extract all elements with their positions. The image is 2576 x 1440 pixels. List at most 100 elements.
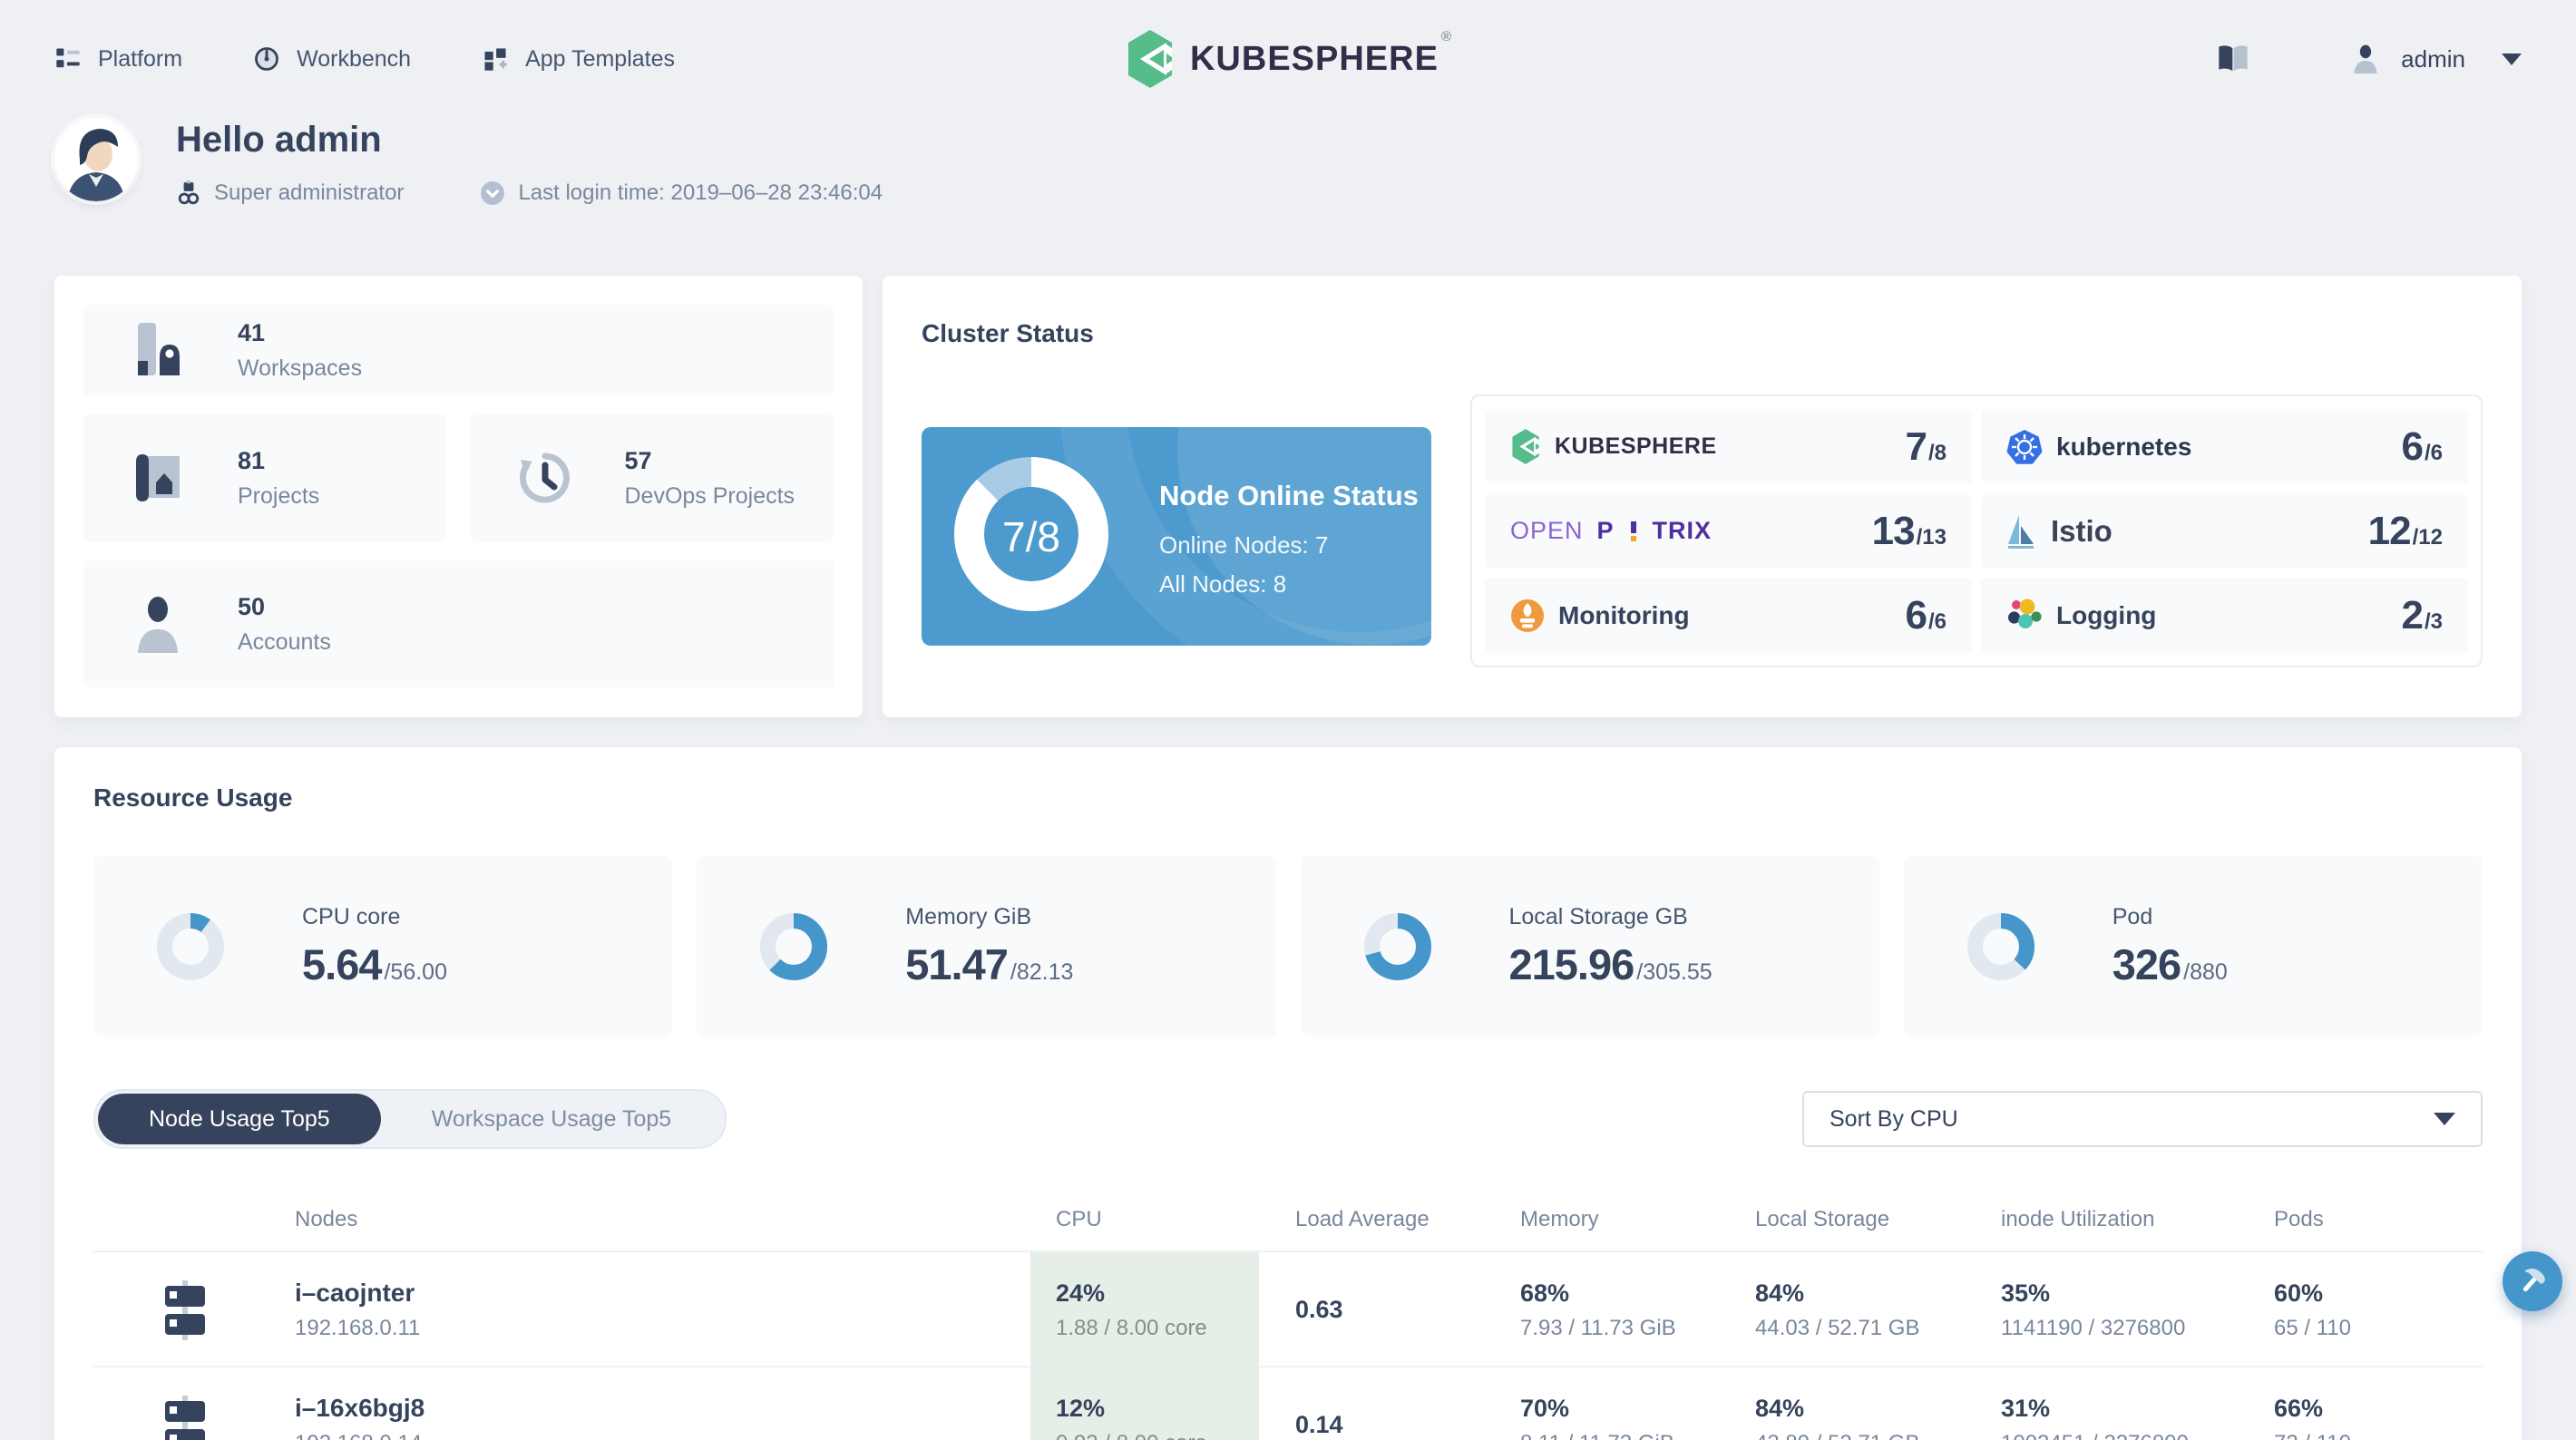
summary-tile-workspaces[interactable]: 41 Workspaces [83,305,834,395]
node-online-status-title: Node Online Status [1159,480,1419,511]
workspaces-count: 41 [238,318,266,346]
nav-item-app-templates[interactable]: App Templates [482,45,675,73]
storage-detail: 43.89 / 52.71 GB [1755,1431,1965,1440]
inode-percent: 35% [2001,1279,2051,1307]
component-ready-count: 2 [2401,592,2425,637]
component-kubesphere: KUBESPHERE 7 /8 [1485,409,1972,484]
greeting-header: Hello admin Super administrator Last log… [0,118,2576,276]
gauge-used: 51.47 [905,939,1009,988]
pods-percent: 66% [2274,1394,2324,1422]
gauge-memory: Memory GiB 51.47 /82.13 [697,856,1276,1036]
user-role: Super administrator [176,180,404,206]
brand-name: KUBESPHERE [1189,39,1439,78]
devops-label: DevOps Projects [624,482,795,509]
last-login-label: Last login time: 2019–06–28 23:46:04 [518,180,883,205]
gauge-label: Local Storage GB [1508,903,1688,929]
usage-tabs: Node Usage Top5 Workspace Usage Top5 [93,1089,727,1149]
component-ready-count: 6 [1905,592,1928,637]
memory-percent: 68% [1520,1279,1570,1307]
gauge-label: Memory GiB [905,903,1032,929]
components-panel: KUBESPHERE 7 /8 kubernetes 6 /6 OPEN P T… [1470,394,2483,667]
top-nav: Platform Workbench App Templates KUBESPH… [0,0,2576,118]
tab-node-usage-top5[interactable]: Node Usage Top5 [98,1094,381,1144]
node-ip: 192.168.0.11 [295,1316,421,1340]
nav-item-label: Workbench [297,45,412,72]
istio-icon [2008,514,2034,549]
gauge-label: CPU core [302,903,401,929]
load-average: 0.63 [1295,1296,1343,1323]
devops-count: 57 [624,446,652,474]
summary-tile-projects[interactable]: 81 Projects [83,414,447,541]
hammer-icon [2522,1268,2546,1292]
cluster-status-card: Cluster Status 7/8 Node Online Status On… [883,276,2522,717]
node-name[interactable]: i–caojnter [295,1279,1030,1308]
user-menu[interactable]: admin [2352,44,2522,73]
node-ip: 192.168.0.14 [295,1431,1030,1440]
nav-left: Platform Workbench App Templates [54,45,675,73]
kubesphere-icon [1510,429,1541,464]
nav-item-platform[interactable]: Platform [54,45,182,73]
monitoring-prometheus-icon [1511,598,1544,632]
exclamation-glyph [1630,519,1637,543]
workbench-gauge-icon [255,47,279,71]
node-online-ratio: 7/8 [1002,512,1060,560]
workspaces-label: Workspaces [238,355,363,381]
component-ready-count: 12 [2367,508,2412,553]
documentation-button[interactable] [2216,44,2250,74]
gauge-used: 215.96 [1508,939,1635,988]
storage-detail: 44.03 / 52.71 GB [1755,1315,1920,1340]
component-name-part: TRIX [1652,517,1712,544]
gauge-total: /305.55 [1636,958,1712,985]
table-row[interactable]: i–caojnter 192.168.0.11 24% 1.88 / 8.00 … [93,1250,2483,1367]
tab-workspace-usage-top5[interactable]: Workspace Usage Top5 [381,1094,723,1144]
sort-by-select[interactable]: Sort By CPU [1802,1091,2483,1147]
component-name: Istio [2051,513,2113,548]
component-total-count: /8 [1927,440,1947,465]
component-total-count: /6 [2424,440,2443,465]
summary-tile-devops[interactable]: 57 DevOps Projects [470,414,834,541]
logging-icon [2008,598,2042,628]
projects-icon [136,454,180,501]
gauge-used: 5.64 [302,939,382,988]
summary-card: 41 Workspaces 81 Projects 57 DevOps Proj… [54,276,863,717]
cluster-status-title: Cluster Status [922,319,1094,347]
toolbox-fab-button[interactable] [2503,1251,2562,1311]
nav-item-workbench[interactable]: Workbench [253,45,411,73]
table-row[interactable]: i–16x6bgj8 192.168.0.14 12% 0.93 / 8.00 … [93,1366,2483,1440]
cpu-detail: 1.88 / 8.00 core [1056,1315,1207,1340]
all-nodes-label: All Nodes: 8 [1159,570,1287,598]
col-local-storage: Local Storage [1755,1207,1890,1231]
component-monitoring: Monitoring 6 /6 [1485,578,1972,653]
chevron-down-icon [2434,1113,2455,1125]
avatar-illustration-icon [54,118,138,201]
accounts-icon [138,597,178,653]
col-pods: Pods [2274,1207,2324,1231]
projects-count: 81 [238,446,266,474]
avatar[interactable] [54,118,138,201]
gauge-pod: Pod 326 /880 [1903,856,2483,1036]
book-icon [2219,45,2248,72]
component-ready-count: 6 [2401,423,2425,469]
node-name[interactable]: i–16x6bgj8 [295,1394,1030,1423]
pods-detail: 72 / 110 [2274,1431,2483,1440]
online-nodes-label: Online Nodes: 7 [1159,531,1329,559]
chevron-down-icon [2502,53,2522,65]
brand-logo[interactable]: KUBESPHERE® [1125,29,1451,88]
gauge-label: Pod [2112,903,2153,929]
component-name: kubernetes [2056,432,2192,461]
openpitrix-logotype: OPEN P TRIX [1510,517,1712,545]
sort-by-value: Sort By CPU [1830,1105,1958,1132]
col-inode-utilization: inode Utilization [2001,1207,2155,1231]
summary-tile-accounts[interactable]: 50 Accounts [83,560,834,687]
workspaces-icon [138,323,180,375]
projects-label: Projects [238,482,320,509]
component-name-part: P [1596,517,1615,544]
resource-usage-title: Resource Usage [93,783,293,812]
component-total-count: /12 [2412,524,2443,550]
node-usage-table: Nodes CPU Load Average Memory Local Stor… [93,1189,2483,1440]
col-nodes: Nodes [295,1207,358,1231]
component-ready-count: 7 [1905,423,1928,469]
cpu-percent: 24% [1056,1279,1106,1307]
inode-detail: 1002451 / 3276800 [2001,1431,2238,1440]
memory-donut-chart [760,912,828,980]
